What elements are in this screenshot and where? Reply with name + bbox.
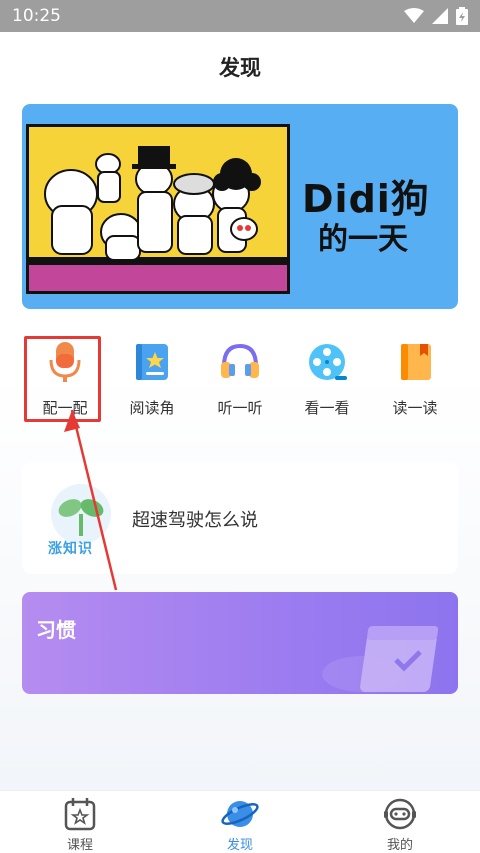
nav-label: 课程 xyxy=(66,838,93,853)
planet-icon xyxy=(221,801,259,827)
nav-tab-courses[interactable]: 课程 xyxy=(20,791,140,853)
bottom-navigation: 课程 发现 我的 xyxy=(0,790,480,853)
nav-tab-discover[interactable]: 发现 xyxy=(180,791,300,853)
nav-label: 发现 xyxy=(226,838,253,853)
robot-face-icon xyxy=(384,798,416,830)
annotation-arrow xyxy=(64,409,118,591)
calendar-star-icon xyxy=(64,798,96,831)
nav-label: 我的 xyxy=(386,838,413,853)
nav-tab-me[interactable]: 我的 xyxy=(340,791,460,853)
